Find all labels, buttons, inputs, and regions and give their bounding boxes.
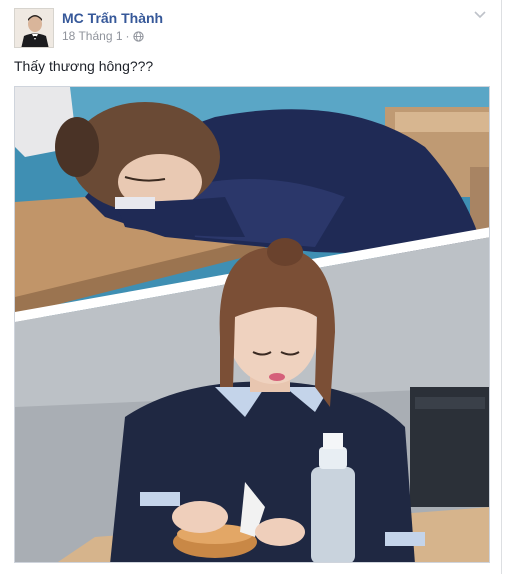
post-meta: 18 Tháng 1 · xyxy=(62,29,144,43)
chevron-down-icon[interactable] xyxy=(473,8,487,20)
post-timestamp[interactable]: 18 Tháng 1 xyxy=(62,29,123,43)
post-caption: Thấy thương hông??? xyxy=(14,58,154,74)
globe-icon[interactable] xyxy=(132,30,144,42)
feed-post: MC Trấn Thành 18 Tháng 1 · Thấy thương h… xyxy=(0,0,502,574)
meta-separator: · xyxy=(125,29,130,43)
author-avatar[interactable] xyxy=(14,8,54,48)
author-name-link[interactable]: MC Trấn Thành xyxy=(62,10,163,26)
post-header: MC Trấn Thành 18 Tháng 1 · xyxy=(14,8,487,48)
post-photo[interactable] xyxy=(14,86,490,563)
